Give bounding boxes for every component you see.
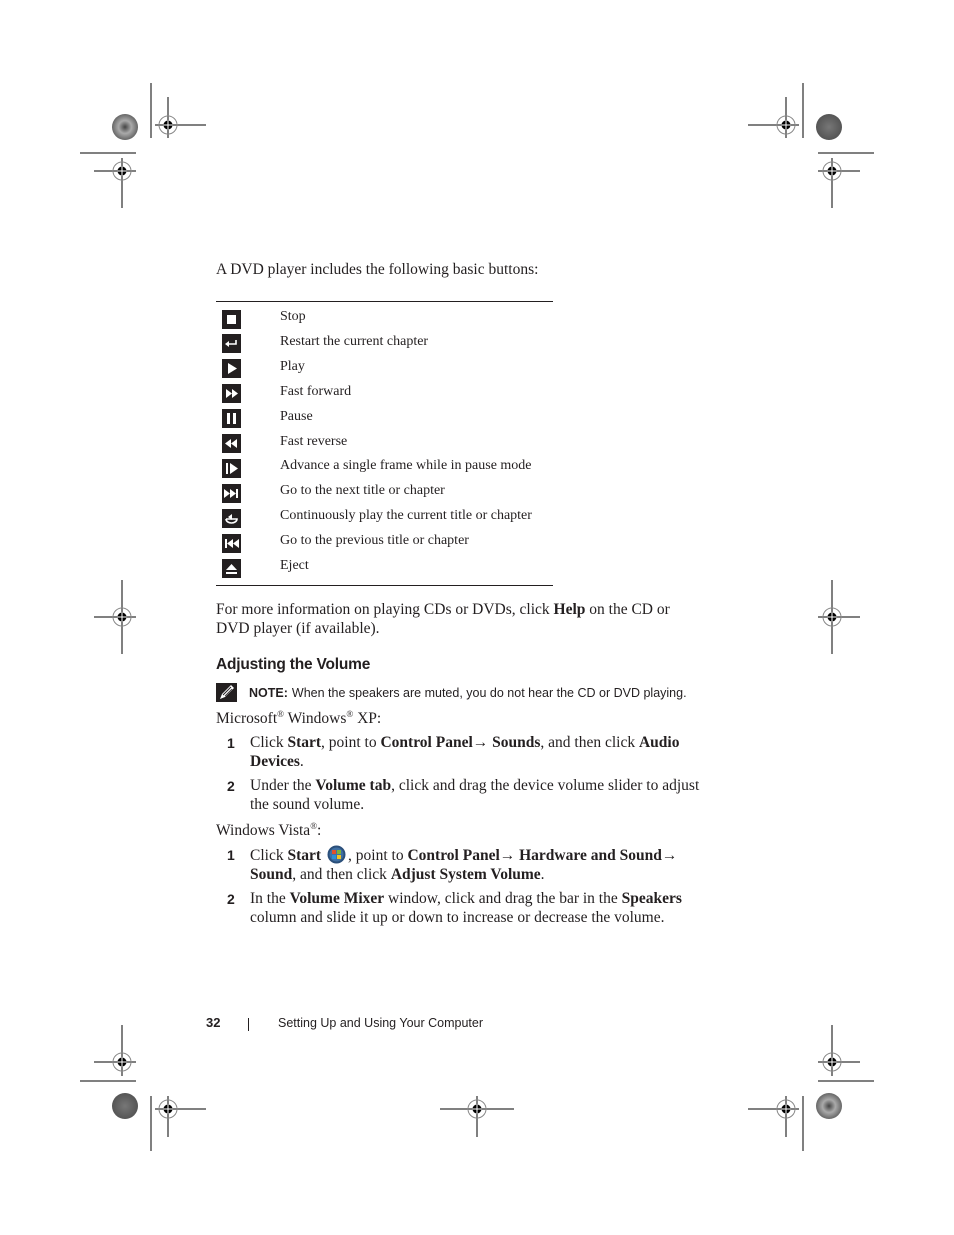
button-description: Fast forward xyxy=(280,383,352,399)
step-text-segment: Click xyxy=(250,734,288,751)
section-heading: Adjusting the Volume xyxy=(216,656,371,673)
frame-advance-icon xyxy=(222,458,241,478)
step-text-segment: , and then click xyxy=(540,734,639,751)
windows-start-orb-icon xyxy=(327,845,346,864)
pause-icon xyxy=(222,409,241,429)
xp-heading-part: XP: xyxy=(353,710,382,727)
table-row: Play xyxy=(222,357,305,381)
table-row: Fast forward xyxy=(222,382,351,406)
table-row: Pause xyxy=(222,407,313,431)
step-text-segment: window, click and drag the bar in the xyxy=(384,890,622,907)
vista-heading-part: Windows Vista xyxy=(216,822,311,839)
button-description: Go to the next title or chapter xyxy=(280,483,445,499)
ui-term: Start xyxy=(287,847,322,864)
button-description: Continuously play the current title or c… xyxy=(280,508,532,524)
fast-reverse-icon xyxy=(222,434,241,453)
table-row: Restart the current chapter xyxy=(222,332,428,356)
ui-term: Start xyxy=(287,734,322,751)
button-description: Eject xyxy=(280,558,309,573)
table-row: Go to the previous title or chapter xyxy=(222,531,469,555)
button-description: Fast reverse xyxy=(280,433,348,449)
step-number: 2 xyxy=(227,891,235,907)
fast-forward-icon xyxy=(222,384,241,404)
note-label: NOTE: xyxy=(249,685,288,700)
registered-mark: ® xyxy=(310,821,318,831)
note: NOTE: When the speakers are muted, you d… xyxy=(216,683,687,702)
button-description: Restart the current chapter xyxy=(280,333,429,349)
restart-chapter-icon xyxy=(222,334,241,354)
table-row: Stop xyxy=(222,307,306,331)
previous-title-icon xyxy=(222,533,241,553)
button-description: Play xyxy=(280,358,305,374)
step-text: Click Start, point to Control Panel→ Har… xyxy=(250,845,720,884)
step-text-segment: , point to xyxy=(348,847,408,864)
table-row: Continuously play the current title or c… xyxy=(222,506,532,530)
more-info-before: For more information on playing CDs or D… xyxy=(216,601,554,618)
ui-term: Adjust System Volume xyxy=(390,866,541,883)
button-description: Advance a single frame while in pause mo… xyxy=(280,458,532,474)
ui-term: Volume tab xyxy=(315,777,392,794)
button-description: Go to the previous title or chapter xyxy=(280,533,469,549)
page-number: 32 xyxy=(206,1015,221,1030)
step-text-segment: Click xyxy=(250,847,288,864)
stop-icon xyxy=(222,309,241,329)
note-pencil-icon xyxy=(216,683,237,702)
xp-heading-part: Windows xyxy=(283,710,347,727)
repeat-icon xyxy=(222,508,241,528)
button-description: Pause xyxy=(280,408,313,424)
more-info-paragraph: For more information on playing CDs or D… xyxy=(216,600,706,638)
footer-chapter-title: Setting Up and Using Your Computer xyxy=(278,1016,483,1030)
step-text-segment: column and slide it up or down to increa… xyxy=(250,909,665,926)
vista-heading-part: : xyxy=(317,822,322,839)
vista-heading: Windows Vista®: xyxy=(216,821,321,840)
table-row: Advance a single frame while in pause mo… xyxy=(222,456,532,480)
table-row: Eject xyxy=(222,556,309,580)
table-bottom-rule xyxy=(216,585,553,586)
play-icon xyxy=(222,359,241,379)
step-number: 1 xyxy=(227,847,235,863)
footer-separator xyxy=(248,1018,249,1031)
help-term: Help xyxy=(553,601,586,618)
eject-icon xyxy=(222,558,241,578)
xp-heading: Microsoft® Windows® XP: xyxy=(216,709,381,728)
table-top-rule xyxy=(216,301,553,302)
step-text: Under the Volume tab, click and drag the… xyxy=(250,776,720,814)
registered-mark: ® xyxy=(277,709,284,719)
button-description: Stop xyxy=(280,309,306,324)
step-text-segment: Under the xyxy=(250,777,316,794)
step-text-segment: , and then click xyxy=(292,866,391,883)
next-title-icon xyxy=(222,483,241,503)
step-text-segment: . xyxy=(299,753,304,770)
xp-heading-part: Microsoft xyxy=(216,710,278,727)
ui-term: Speakers xyxy=(621,890,682,907)
step-text: Click Start, point to Control Panel→ Sou… xyxy=(250,733,720,771)
step-text-segment: . xyxy=(540,866,545,883)
table-row: Fast reverse xyxy=(222,432,347,456)
ui-term: Volume Mixer xyxy=(289,890,385,907)
step-number: 1 xyxy=(227,735,235,751)
step-text: In the Volume Mixer window, click and dr… xyxy=(250,889,720,927)
ui-term: Control Panel→ Sounds xyxy=(380,734,541,751)
step-number: 2 xyxy=(227,778,235,794)
table-row: Go to the next title or chapter xyxy=(222,481,445,505)
step-text-segment: In the xyxy=(250,890,290,907)
note-text: When the speakers are muted, you do not … xyxy=(291,685,687,700)
step-text-segment: , point to xyxy=(321,734,381,751)
intro-text: A DVD player includes the following basi… xyxy=(216,261,539,278)
